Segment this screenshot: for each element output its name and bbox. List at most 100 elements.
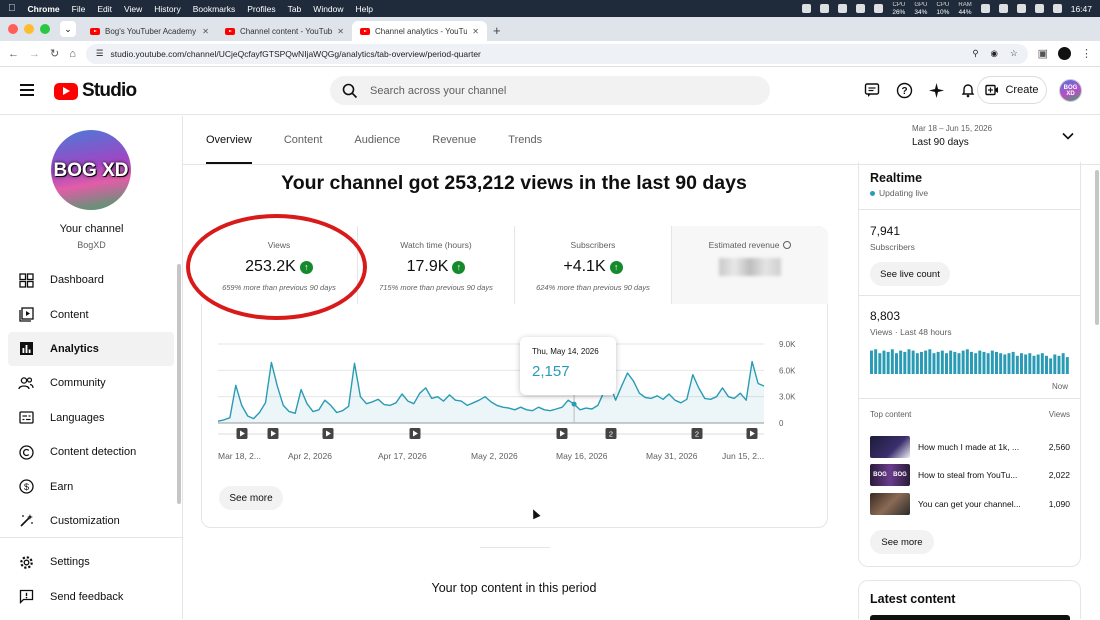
date-range-picker[interactable]: Mar 18 – Jun 15, 2026 Last 90 days [912,124,1082,148]
realtime-bar[interactable] [1028,353,1032,374]
close-window-button[interactable] [8,24,18,34]
video-thumbnail[interactable] [870,436,910,458]
realtime-bar[interactable] [1011,351,1015,374]
top-content-row[interactable]: BOG BOG How to steal from YouTu... 2,022 [870,463,1070,487]
close-tab-icon[interactable]: ✕ [337,27,344,36]
extensions-icon[interactable]: ▣ [1038,47,1048,60]
close-tab-icon[interactable]: ✕ [472,27,479,36]
browser-tab-active[interactable]: Channel analytics - YouTube S ✕ [352,21,487,41]
tab-revenue[interactable]: Revenue [432,116,476,164]
video-thumbnail[interactable] [870,493,910,515]
realtime-bar[interactable] [903,351,907,374]
realtime-bar[interactable] [895,353,898,374]
menu-file[interactable]: File [72,4,86,14]
sidebar-item-dashboard[interactable]: Dashboard [8,263,174,297]
sidebar-item-send-feedback[interactable]: Send feedback [8,579,174,613]
reload-icon[interactable]: ↻ [50,47,59,60]
more-menu-icon[interactable]: ⋮ [1081,47,1092,60]
realtime-bar[interactable] [932,353,936,374]
realtime-bar[interactable] [970,351,973,374]
realtime-bar[interactable] [936,351,940,374]
sidebar-item-content[interactable]: Content [8,297,174,331]
menu-history[interactable]: History [154,4,180,14]
realtime-bar[interactable] [965,349,969,374]
realtime-bar[interactable] [907,349,911,374]
sidebar-item-content-detection[interactable]: Content detection [8,435,174,469]
sidebar-item-earn[interactable]: $ Earn [8,469,174,503]
metric-subscribers[interactable]: Subscribers +4.1K ↑ 624% more than previo… [515,226,672,304]
realtime-bar[interactable] [940,350,944,374]
realtime-bar[interactable] [890,349,894,374]
realtime-bar[interactable] [870,350,873,374]
account-avatar[interactable]: BOG XD [1059,79,1082,102]
see-more-button[interactable]: See more [219,486,283,510]
top-content-row[interactable]: You can get your channel... 1,090 [870,492,1070,516]
bluetooth-icon[interactable] [1016,4,1026,13]
close-tab-icon[interactable]: ✕ [202,27,209,36]
messages-icon[interactable] [862,80,882,100]
notifications-bell-icon[interactable] [958,80,978,100]
eye-icon[interactable]: ◉ [991,48,998,59]
hamburger-menu-icon[interactable] [20,84,34,99]
channel-avatar[interactable]: BOG XD [51,130,131,210]
back-icon[interactable]: ← [8,48,19,60]
realtime-bar[interactable] [990,350,994,374]
notification-badge-icon[interactable] [856,4,866,13]
realtime-bar[interactable] [957,353,961,374]
video-title[interactable]: How much I made at 1k, ... [918,442,1043,452]
browser-tab[interactable]: Channel content - YouTube St ✕ [217,21,352,41]
realtime-bar[interactable] [1036,354,1040,375]
sidebar-item-community[interactable]: Community [8,366,174,400]
realtime-bar[interactable] [1061,353,1065,374]
realtime-bar[interactable] [986,353,990,374]
realtime-see-more-button[interactable]: See more [870,530,934,554]
metric-estimated-revenue[interactable]: Estimated revenue [672,226,828,304]
realtime-bar[interactable] [1049,358,1053,374]
realtime-bar[interactable] [949,350,953,374]
zoom-window-button[interactable] [40,24,50,34]
minimize-window-button[interactable] [24,24,34,34]
control-center-icon[interactable] [1052,4,1062,13]
realtime-bar[interactable] [878,353,882,374]
sidebar-item-languages[interactable]: Languages [8,401,174,435]
realtime-bar[interactable] [1007,353,1011,374]
realtime-bar[interactable] [961,350,965,374]
realtime-bar[interactable] [1065,357,1069,374]
your-channel-label[interactable]: Your channel [0,223,183,235]
sparkle-icon[interactable] [926,80,946,100]
views-line-chart[interactable]: 9.0K 6.0K 3.0K 0 2 2 Mar 18, 2... Apr 2, 2026 Ap… [214,330,804,470]
realtime-bar[interactable] [1053,354,1057,375]
realtime-bar[interactable] [953,351,957,374]
realtime-bar[interactable] [915,353,919,374]
realtime-bar[interactable] [882,350,886,374]
realtime-bar[interactable] [1015,355,1019,374]
sidebar-item-customization[interactable]: Customization [8,504,174,538]
latest-content-thumbnail[interactable] [870,615,1070,620]
realtime-bar[interactable] [1020,353,1023,374]
realtime-bar[interactable] [920,351,923,374]
metric-watch-time[interactable]: Watch time (hours) 17.9K ↑ 715% more than… [358,226,515,304]
url-field[interactable]: ☰ studio.youtube.com/channel/UCjeQcfayfG… [85,43,1028,64]
tab-audience[interactable]: Audience [354,116,400,164]
realtime-bar[interactable] [899,350,903,374]
clock[interactable]: 16:47 [1071,4,1092,14]
menu-window[interactable]: Window [313,4,343,14]
home-icon[interactable]: ⌂ [69,48,76,60]
realtime-bar[interactable] [1032,355,1036,374]
realtime-bar[interactable] [1057,355,1061,374]
video-title[interactable]: You can get your channel... [918,499,1043,509]
wifi-icon[interactable] [998,4,1008,13]
status-icon[interactable] [802,4,812,13]
studio-logo[interactable]: Studio [54,80,137,102]
video-title[interactable]: How to steal from YouTu... [918,470,1043,480]
realtime-bar[interactable] [1045,355,1048,374]
top-content-row[interactable]: How much I made at 1k, ... 2,560 [870,435,1070,459]
apple-icon[interactable]:  [8,3,16,14]
menu-profiles[interactable]: Profiles [247,4,275,14]
realtime-bar[interactable] [886,351,890,374]
shield-status-icon[interactable] [820,4,830,13]
realtime-bar[interactable] [1003,354,1007,375]
realtime-bar[interactable] [928,349,932,374]
site-info-icon[interactable]: ☰ [96,48,104,59]
realtime-bar[interactable] [924,350,928,374]
